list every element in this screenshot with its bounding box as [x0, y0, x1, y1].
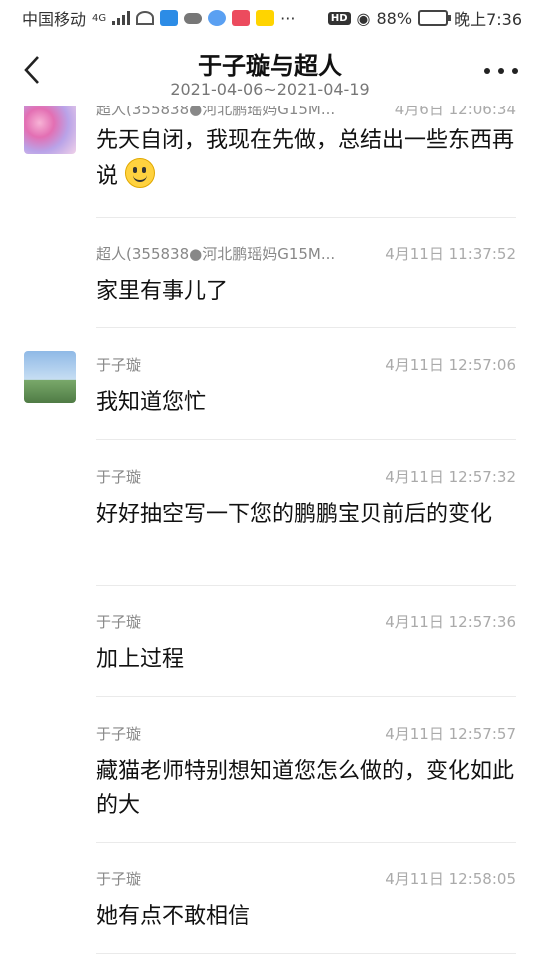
page-title: 于子璇与超人: [198, 52, 342, 80]
sender-name: 超人(355838●河北鹏瑶妈G15M...: [96, 106, 336, 118]
divider: [96, 953, 516, 954]
message-item[interactable]: 于子璇 4月11日 12:57:36 加上过程: [0, 585, 540, 697]
sender-name: 于子璇: [96, 613, 142, 631]
status-bar: 中国移动 4G ··· HD ◉ 88% 晚上7:36: [0, 0, 540, 36]
message-text: 家里有事儿了: [96, 279, 229, 304]
message-time: 4月6日 12:06:34: [394, 106, 516, 118]
message-list[interactable]: 超人(355838●河北鹏瑶妈G15M... 4月6日 12:06:34 先天自…: [0, 106, 540, 960]
message-item[interactable]: 于子璇 4月11日 12:58:05 她有点不敢相信: [0, 842, 540, 954]
message-item[interactable]: 于子璇 4月11日 12:57:06 我知道您忙: [0, 328, 540, 440]
clock: 晚上7:36: [454, 10, 522, 29]
message-item[interactable]: 超人(355838●河北鹏瑶妈G15M... 4月11日 11:37:52 家里…: [0, 217, 540, 328]
eye-icon: ◉: [356, 8, 371, 28]
message-item[interactable]: 超人(355838●河北鹏瑶妈G15M... 4月6日 12:06:34 先天自…: [0, 106, 540, 220]
message-time: 4月11日 12:57:32: [385, 468, 516, 486]
message-text: 藏猫老师特别想知道您怎么做的，变化如此的大: [96, 759, 515, 818]
sender-name: 于子璇: [96, 870, 142, 888]
message-text: 我知道您忙: [96, 390, 207, 415]
app-icon-blue: [208, 10, 227, 26]
message-time: 4月11日 11:37:52: [385, 245, 516, 263]
avatar[interactable]: [24, 351, 76, 403]
sender-name: 于子璇: [96, 725, 142, 743]
message-item[interactable]: 于子璇 4月11日 12:57:57 藏猫老师特别想知道您怎么做的，变化如此的大: [0, 697, 540, 843]
app-icon-yellow: [256, 10, 275, 26]
more-notifications-icon: ···: [280, 8, 296, 28]
battery-percent: 88%: [376, 8, 413, 28]
sender-name: 超人(355838●河北鹏瑶妈G15M...: [96, 245, 336, 263]
message-text-content: 先天自闭，我现在先做，总结出一些东西再说: [96, 128, 515, 189]
signal-icon: [112, 11, 131, 25]
message-text: 先天自闭，我现在先做，总结出一些东西再说: [96, 124, 516, 194]
message-text: 她有点不敢相信: [96, 904, 251, 929]
app-notification-icon: [160, 10, 179, 26]
more-options-icon[interactable]: [484, 60, 518, 82]
message-text: 加上过程: [96, 647, 185, 672]
date-range: 2021-04-06~2021-04-19: [170, 80, 370, 99]
carrier-label: 中国移动: [22, 10, 87, 29]
message-time: 4月11日 12:57:06: [385, 356, 516, 374]
app-icon-red: [232, 10, 251, 26]
message-time: 4月11日 12:58:05: [385, 870, 516, 888]
message-time: 4月11日 12:57:57: [385, 725, 516, 743]
battery-icon: [418, 10, 452, 26]
smile-emoji-icon: [125, 158, 156, 188]
avatar[interactable]: [24, 106, 76, 154]
sender-name: 于子璇: [96, 356, 142, 374]
cloud-icon: [184, 12, 203, 24]
hd-badge: HD: [327, 11, 351, 25]
network-label: 4G: [92, 12, 107, 24]
wifi-icon: [136, 11, 155, 25]
message-text: 好好抽空写一下您的鹏鹏宝贝前后的变化: [96, 502, 493, 527]
message-item[interactable]: 于子璇 4月11日 12:57:32 好好抽空写一下您的鹏鹏宝贝前后的变化: [0, 440, 540, 586]
sender-name: 于子璇: [96, 468, 142, 486]
chat-header: 于子璇与超人 2021-04-06~2021-04-19: [0, 36, 540, 106]
message-time: 4月11日 12:57:36: [385, 613, 516, 631]
